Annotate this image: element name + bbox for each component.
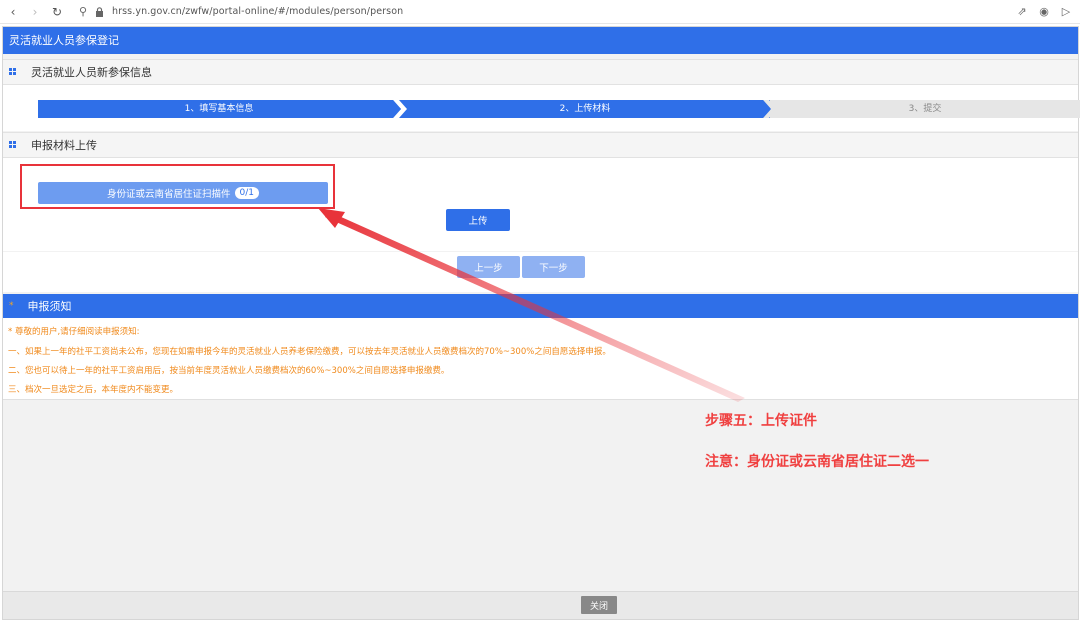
notice-line: 一、如果上一年的社平工资尚未公布，您现在如需申报今年的灵活就业人员养老保险缴费，… (8, 347, 611, 357)
close-button[interactable]: 关闭 (581, 596, 617, 614)
grid-icon (9, 141, 17, 149)
step-chevron (393, 100, 407, 118)
section-upload-header: 申报材料上传 (3, 132, 1078, 158)
step-chevron (763, 100, 777, 118)
upload-button[interactable]: 上传 (446, 209, 510, 231)
screenshot-icon[interactable]: ◉ (1036, 3, 1052, 19)
step-submit: 3、提交 (770, 100, 1080, 118)
browser-toolbar: ‹ › ↻ ⚲ hrss.yn.gov.cn/zwfw/portal-onlin… (0, 0, 1080, 24)
play-icon[interactable]: ▷ (1058, 3, 1074, 19)
next-step-button[interactable]: 下一步 (522, 256, 585, 278)
annotation-note-text: 注意：身份证或云南省居住证二选一 (705, 454, 929, 470)
app-title: 灵活就业人员参保登记 (3, 27, 1078, 54)
section-info-header: 灵活就业人员新参保信息 (3, 59, 1078, 85)
step-fill-info: 1、填写基本信息 (38, 100, 400, 118)
share-icon[interactable]: ⇗ (1014, 3, 1030, 19)
site-settings-icon[interactable]: ⚲ (76, 5, 90, 19)
section-info-title: 灵活就业人员新参保信息 (31, 66, 152, 79)
back-icon[interactable]: ‹ (4, 3, 22, 21)
url-text: hrss.yn.gov.cn/zwfw/portal-online/#/modu… (112, 6, 404, 17)
annotation-step-text: 步骤五：上传证件 (705, 413, 817, 429)
reload-icon[interactable]: ↻ (48, 3, 66, 21)
notice-body: * 尊敬的用户,请仔细阅读申报须知: 一、如果上一年的社平工资尚未公布，您现在如… (3, 318, 1078, 400)
footer-bar: 关闭 (3, 591, 1078, 619)
step-upload: 2、上传材料 (400, 100, 770, 118)
app-frame: 灵活就业人员参保登记 灵活就业人员新参保信息 1、填写基本信息 2、上传材料 3… (2, 26, 1080, 620)
annotation-highlight-box (20, 164, 335, 209)
section-upload-title: 申报材料上传 (31, 139, 97, 152)
asterisk-icon: * (9, 301, 14, 311)
notice-line: 二、您也可以待上一年的社平工资启用后，按当前年度灵活就业人员缴费档次的60%~3… (8, 366, 450, 376)
notice-line: * 尊敬的用户,请仔细阅读申报须知: (8, 327, 140, 337)
lock-icon (92, 5, 106, 19)
notice-line: 三、档次一旦选定之后，本年度内不能变更。 (8, 385, 179, 395)
notice-header: * 申报须知 (3, 294, 1078, 318)
step-progress: 1、填写基本信息 2、上传材料 3、提交 (38, 100, 1080, 118)
forward-icon[interactable]: › (26, 3, 44, 21)
prev-step-button[interactable]: 上一步 (457, 256, 520, 278)
notice-title: 申报须知 (27, 300, 72, 313)
grid-icon (9, 68, 17, 76)
address-bar[interactable]: ⚲ hrss.yn.gov.cn/zwfw/portal-online/#/mo… (76, 3, 403, 21)
